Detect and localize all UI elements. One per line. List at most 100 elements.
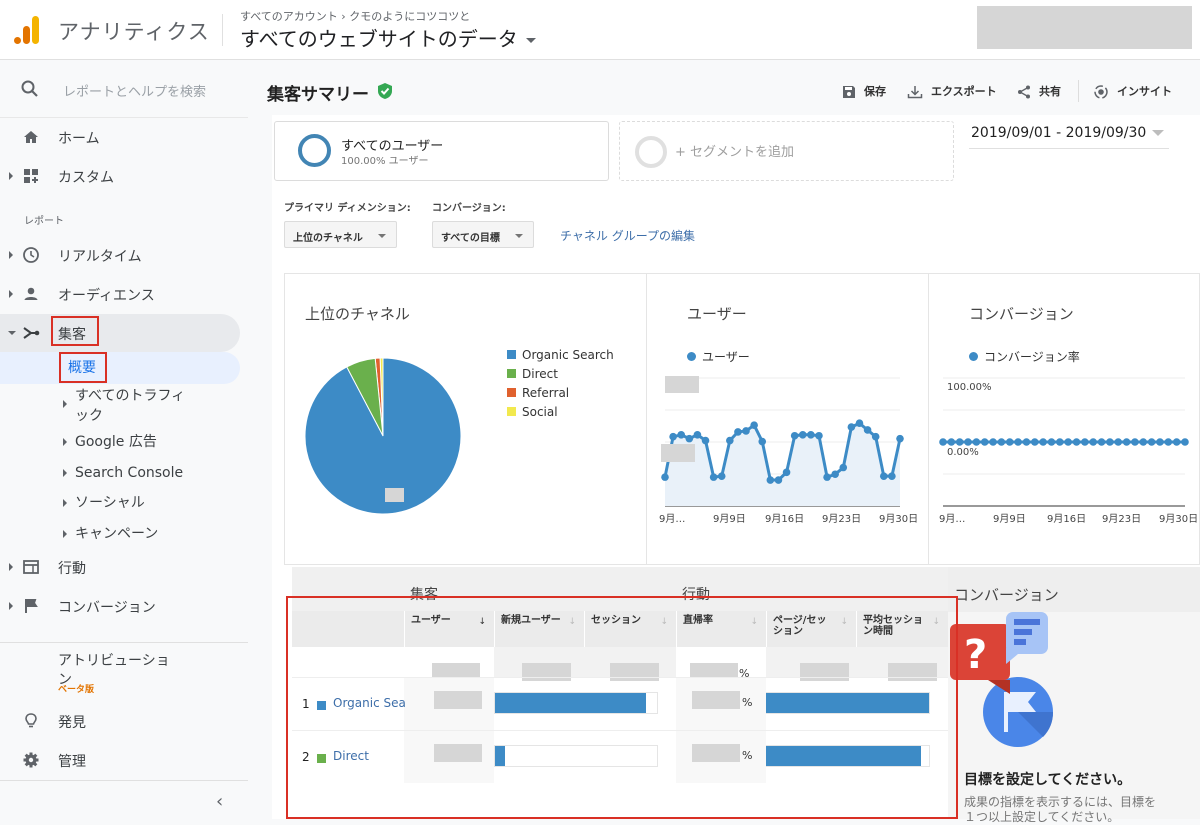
- share-button[interactable]: 共有: [1017, 83, 1061, 99]
- primary-dimension-select[interactable]: 上位のチャネル: [284, 221, 397, 248]
- data-point[interactable]: [947, 438, 956, 446]
- data-point[interactable]: [1097, 438, 1106, 446]
- segment-ring-icon: [298, 134, 331, 167]
- data-point[interactable]: [863, 426, 872, 434]
- sidebar-item-audience[interactable]: オーディエンス: [0, 275, 240, 313]
- data-point[interactable]: [1106, 438, 1114, 446]
- sidebar-subitem-overview[interactable]: 概要: [0, 352, 240, 384]
- data-point[interactable]: [1005, 438, 1014, 446]
- data-point[interactable]: [693, 430, 702, 439]
- sidebar-item-admin[interactable]: 管理: [0, 741, 240, 779]
- pie-chart[interactable]: [303, 356, 463, 516]
- data-point[interactable]: [669, 432, 677, 441]
- data-point[interactable]: [847, 423, 856, 431]
- breadcrumb-property[interactable]: クモのようにコツコツと: [349, 10, 470, 23]
- data-point[interactable]: [1047, 438, 1056, 446]
- data-point[interactable]: [871, 432, 880, 441]
- conversion-rate-chart[interactable]: 9月… 9月9日 9月16日 9月23日 9月30日 100.00% 0.00%: [929, 364, 1200, 534]
- export-button[interactable]: エクスポート: [907, 83, 997, 99]
- sidebar-subitem-campaigns[interactable]: キャンペーン: [0, 522, 240, 546]
- sidebar-item-acquisition[interactable]: 集客: [0, 314, 240, 352]
- data-point[interactable]: [964, 438, 972, 446]
- data-point[interactable]: [798, 430, 807, 439]
- data-point[interactable]: [750, 421, 758, 429]
- data-point[interactable]: [701, 436, 710, 445]
- breadcrumb[interactable]: すべてのアカウント › クモのようにコツコツと: [240, 8, 470, 24]
- data-point[interactable]: [1139, 438, 1148, 446]
- data-point[interactable]: [1164, 438, 1173, 446]
- data-point[interactable]: [989, 438, 997, 446]
- data-point[interactable]: [807, 430, 815, 439]
- data-point[interactable]: [758, 437, 767, 446]
- edit-channel-grouping-link[interactable]: チャネル グループの編集: [560, 227, 695, 244]
- data-point[interactable]: [1114, 438, 1123, 446]
- data-point[interactable]: [1147, 438, 1156, 446]
- data-point[interactable]: [766, 476, 775, 484]
- data-point[interactable]: [955, 438, 964, 446]
- pie-slice-organic-search[interactable]: [304, 357, 462, 515]
- data-point[interactable]: [782, 468, 791, 477]
- sidebar-item-home[interactable]: ホーム: [0, 118, 240, 156]
- data-point[interactable]: [831, 470, 839, 479]
- data-point[interactable]: [1081, 438, 1089, 446]
- data-point[interactable]: [1072, 438, 1081, 446]
- legend-item: Direct: [507, 367, 558, 381]
- data-point[interactable]: [1030, 438, 1039, 446]
- data-point[interactable]: [1156, 438, 1164, 446]
- sidebar-subitem-google-ads[interactable]: Google 広告: [0, 430, 240, 454]
- segment-all-users[interactable]: すべてのユーザー 100.00% ユーザー: [274, 121, 609, 181]
- sidebar-search[interactable]: レポートとヘルプを検索: [0, 60, 248, 118]
- sidebar-item-discover[interactable]: 発見: [0, 702, 240, 740]
- data-point[interactable]: [896, 434, 904, 443]
- data-point[interactable]: [1181, 438, 1189, 446]
- sidebar-item-conversions[interactable]: コンバージョン: [0, 587, 240, 625]
- data-point[interactable]: [709, 473, 718, 481]
- data-point[interactable]: [1022, 438, 1031, 446]
- data-point[interactable]: [972, 438, 981, 446]
- data-point[interactable]: [661, 473, 669, 481]
- data-point[interactable]: [734, 428, 742, 436]
- data-point[interactable]: [1064, 438, 1072, 446]
- data-point[interactable]: [980, 438, 989, 446]
- breadcrumb-account[interactable]: すべてのアカウント: [240, 10, 338, 23]
- date-range-picker[interactable]: 2019/09/01 - 2019/09/30: [969, 123, 1169, 149]
- data-point[interactable]: [1122, 438, 1131, 446]
- data-point[interactable]: [1089, 438, 1098, 446]
- add-segment-button[interactable]: + セグメントを追加: [619, 121, 954, 181]
- data-point[interactable]: [717, 472, 726, 480]
- data-point[interactable]: [839, 463, 848, 472]
- data-point[interactable]: [879, 472, 888, 480]
- sidebar-item-attribution[interactable]: アトリビューション: [0, 642, 240, 692]
- sidebar-item-custom[interactable]: カスタム: [0, 157, 240, 195]
- data-point[interactable]: [677, 430, 686, 439]
- sidebar-item-realtime[interactable]: リアルタイム: [0, 236, 240, 274]
- view-selector[interactable]: すべてのウェブサイトのデータ: [240, 23, 536, 52]
- sidebar-subitem-social[interactable]: ソーシャル: [0, 491, 240, 515]
- data-point[interactable]: [888, 472, 896, 480]
- data-point[interactable]: [815, 431, 823, 440]
- sidebar-item-behavior[interactable]: 行動: [0, 548, 240, 586]
- account-redacted[interactable]: [977, 6, 1192, 49]
- data-point[interactable]: [685, 434, 694, 443]
- data-point[interactable]: [1131, 438, 1139, 446]
- data-point[interactable]: [855, 419, 864, 428]
- data-point[interactable]: [1039, 438, 1047, 446]
- save-button[interactable]: 保存: [842, 83, 886, 99]
- sidebar-subitem-all-traffic[interactable]: すべてのトラフィック: [0, 384, 240, 424]
- data-point[interactable]: [1172, 438, 1181, 446]
- data-point[interactable]: [1056, 438, 1064, 446]
- conversion-select[interactable]: すべての目標: [432, 221, 534, 248]
- data-point[interactable]: [790, 431, 799, 440]
- analytics-logo-icon[interactable]: [12, 14, 42, 46]
- data-point[interactable]: [997, 438, 1006, 446]
- data-point[interactable]: [726, 436, 734, 445]
- data-point[interactable]: [823, 473, 831, 481]
- breadcrumb-separator: ›: [341, 10, 346, 23]
- collapse-sidebar-button[interactable]: ‹: [0, 780, 248, 819]
- data-point[interactable]: [1014, 438, 1022, 446]
- data-point[interactable]: [774, 476, 783, 484]
- data-point[interactable]: [939, 438, 947, 446]
- sidebar-subitem-search-console[interactable]: Search Console: [0, 461, 240, 485]
- data-point[interactable]: [742, 427, 750, 435]
- insights-button[interactable]: インサイト: [1093, 83, 1172, 100]
